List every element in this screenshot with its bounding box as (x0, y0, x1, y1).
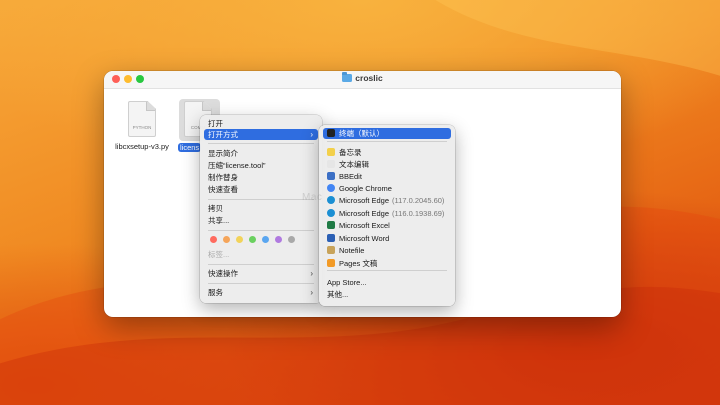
file-item[interactable]: PYTHON libcxsetup-v3.py (108, 101, 176, 151)
file-type-label: PYTHON (132, 125, 152, 130)
menu-item-copy[interactable]: 拷贝 (204, 203, 318, 214)
submenu-item[interactable]: 其他... (323, 289, 451, 300)
menu-item-label: 拷贝 (208, 204, 223, 213)
python-file-icon: PYTHON (128, 101, 156, 137)
tag-color-dot[interactable] (210, 236, 217, 243)
bbedit-icon (327, 172, 335, 180)
file-name: libcxsetup-v3.py (115, 142, 169, 151)
menu-item-make-alias[interactable]: 制作替身 (204, 172, 318, 183)
edge-icon (327, 196, 335, 204)
excel-icon (327, 221, 335, 229)
menu-item-label: 标签... (208, 250, 230, 259)
notes-icon (327, 148, 335, 156)
submenu-item[interactable]: 文本编辑 (323, 159, 451, 170)
submenu-item-label: 终端（默认） (339, 129, 384, 138)
title-bar: croslic (104, 71, 621, 89)
chevron-right-icon: › (310, 288, 313, 297)
menu-item-label: 显示简介 (208, 149, 238, 158)
app-version-label: (116.0.1938.69) (392, 209, 445, 218)
menu-item-label: 压缩“license.tool” (208, 161, 266, 170)
submenu-item[interactable]: 备忘录 (323, 147, 451, 158)
separator (208, 283, 314, 284)
menu-item-services[interactable]: 服务 › (204, 287, 318, 298)
tag-color-dot[interactable] (223, 236, 230, 243)
separator (208, 264, 314, 265)
submenu-item[interactable]: Microsoft Excel (323, 220, 451, 231)
submenu-item-label: 文本编辑 (339, 160, 369, 169)
submenu-item-label: App Store... (327, 278, 367, 287)
word-icon (327, 234, 335, 242)
context-menu: 打开 打开方式 › 显示简介 压缩“license.tool” 制作替身 快速查看… (200, 115, 322, 303)
window-title: croslic (104, 72, 621, 83)
submenu-item-label: BBEdit (339, 172, 362, 181)
separator (208, 230, 314, 231)
menu-item-label: 打开方式 (208, 130, 238, 139)
submenu-item[interactable]: Microsoft Edge (117.0.2045.60) (323, 195, 451, 206)
menu-item-compress[interactable]: 压缩“license.tool” (204, 160, 318, 171)
folder-icon (342, 72, 353, 82)
pages-icon (327, 259, 335, 267)
menu-item-quick-look[interactable]: 快速查看 (204, 184, 318, 195)
tag-color-dot[interactable] (288, 236, 295, 243)
open-with-submenu: 终端（默认） 备忘录文本编辑 BBEdit Google Chrome Microsof… (319, 125, 455, 306)
submenu-item[interactable]: Notefile (323, 245, 451, 256)
chrome-icon (327, 184, 335, 192)
submenu-item[interactable]: BBEdit (323, 171, 451, 182)
edge-icon (327, 209, 335, 217)
submenu-item-label: Microsoft Word (339, 234, 390, 243)
submenu-item[interactable]: 终端（默认） (323, 128, 451, 139)
menu-item-label: 服务 (208, 288, 223, 297)
chevron-right-icon: › (310, 130, 313, 139)
menu-item-label: 快速查看 (208, 185, 238, 194)
separator (327, 270, 447, 271)
tag-color-dot[interactable] (236, 236, 243, 243)
separator (327, 141, 447, 142)
submenu-item-label: Microsoft Edge (339, 196, 390, 205)
chevron-right-icon: › (310, 269, 313, 278)
submenu-item[interactable]: Google Chrome (323, 183, 451, 194)
submenu-item-label: 其他... (327, 290, 349, 299)
submenu-item-label: Notefile (339, 246, 365, 255)
file-name: licens (178, 143, 202, 152)
menu-item-get-info[interactable]: 显示简介 (204, 148, 318, 159)
submenu-item-label: 备忘录 (339, 148, 362, 157)
textedit-icon (327, 160, 335, 168)
menu-item-open-with[interactable]: 打开方式 › (204, 129, 318, 140)
menu-item-label: 打开 (208, 119, 223, 128)
menu-item-label: 快速操作 (208, 269, 238, 278)
notefile-icon (327, 246, 335, 254)
submenu-item-label: Microsoft Edge (339, 209, 390, 218)
submenu-item-label: Pages 文稿 (339, 259, 378, 268)
menu-item-tags[interactable]: 标签... (204, 249, 318, 260)
menu-item-label: 制作替身 (208, 173, 238, 182)
window-title-text: croslic (355, 73, 383, 83)
menu-item-share[interactable]: 共享... (204, 215, 318, 226)
tag-color-dot[interactable] (249, 236, 256, 243)
submenu-item[interactable]: Pages 文稿 (323, 258, 451, 269)
separator (208, 143, 314, 144)
terminal-icon (327, 129, 335, 137)
submenu-item[interactable]: Microsoft Word (323, 233, 451, 244)
submenu-item[interactable]: Microsoft Edge (116.0.1938.69) (323, 208, 451, 219)
tag-colors (210, 236, 301, 244)
submenu-item-label: Google Chrome (339, 184, 392, 193)
submenu-item-label: Microsoft Excel (339, 221, 390, 230)
separator (208, 199, 314, 200)
menu-item-open[interactable]: 打开 (204, 118, 318, 129)
menu-item-label: 共享... (208, 216, 230, 225)
tag-color-dot[interactable] (262, 236, 269, 243)
app-version-label: (117.0.2045.60) (392, 196, 445, 205)
menu-item-quick-actions[interactable]: 快速操作 › (204, 268, 318, 279)
submenu-item[interactable]: App Store... (323, 277, 451, 288)
tag-color-dot[interactable] (275, 236, 282, 243)
